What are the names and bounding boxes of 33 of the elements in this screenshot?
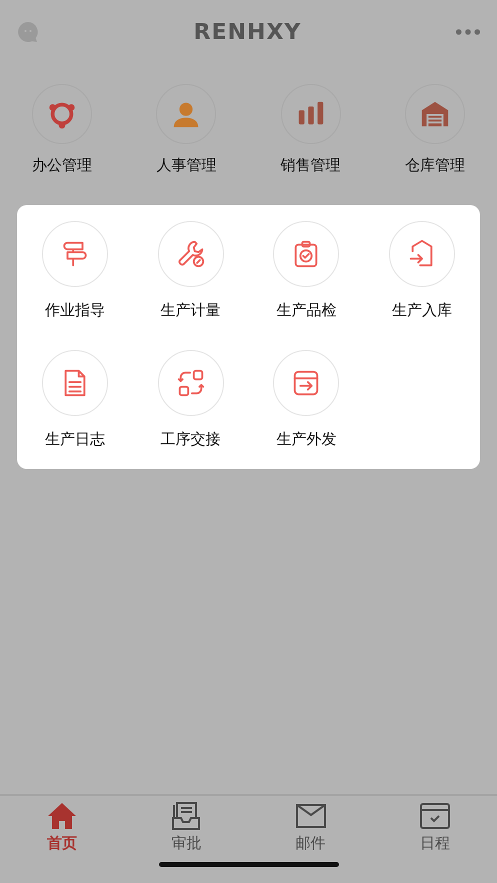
calendar-icon [418, 800, 451, 832]
menu-label: 作业指导 [44, 301, 105, 320]
menu-icon-circle[interactable] [389, 221, 456, 287]
menu-label: 生产日志 [44, 430, 105, 449]
tab[interactable]: 首页 [0, 800, 124, 862]
warehouse-icon [420, 99, 450, 129]
module-label: 人事管理 [156, 156, 216, 175]
module-label: 销售管理 [280, 156, 341, 175]
module-icon-circle[interactable] [404, 84, 465, 144]
more-icon[interactable] [455, 28, 481, 36]
swap-icon [176, 368, 206, 398]
menu-icon-circle[interactable] [158, 350, 224, 416]
module-icon-circle[interactable] [32, 84, 92, 144]
menu-icon-circle[interactable] [42, 221, 108, 287]
tab[interactable]: 日程 [372, 800, 497, 862]
app-title: RENHXY [194, 20, 302, 44]
menu-icon-circle[interactable] [158, 221, 224, 287]
menu-label: 生产计量 [160, 301, 221, 320]
menu-label: 生产入库 [392, 301, 452, 320]
menu-icon-circle[interactable] [42, 350, 108, 416]
menu-icon-circle[interactable] [273, 350, 340, 416]
tab[interactable]: 审批 [124, 800, 248, 862]
module-label: 办公管理 [32, 156, 92, 175]
menu-icon-circle[interactable] [273, 221, 340, 287]
menu-label: 生产外发 [276, 430, 336, 449]
module-label: 仓库管理 [404, 156, 465, 175]
module-icon-circle[interactable] [280, 84, 341, 144]
menu-label: 工序交接 [160, 430, 221, 449]
home-icon [46, 800, 78, 832]
inbox-icon [170, 800, 202, 832]
menu-label: 生产品检 [276, 301, 336, 320]
tab[interactable]: 邮件 [248, 800, 373, 862]
wrench-icon [176, 239, 206, 269]
